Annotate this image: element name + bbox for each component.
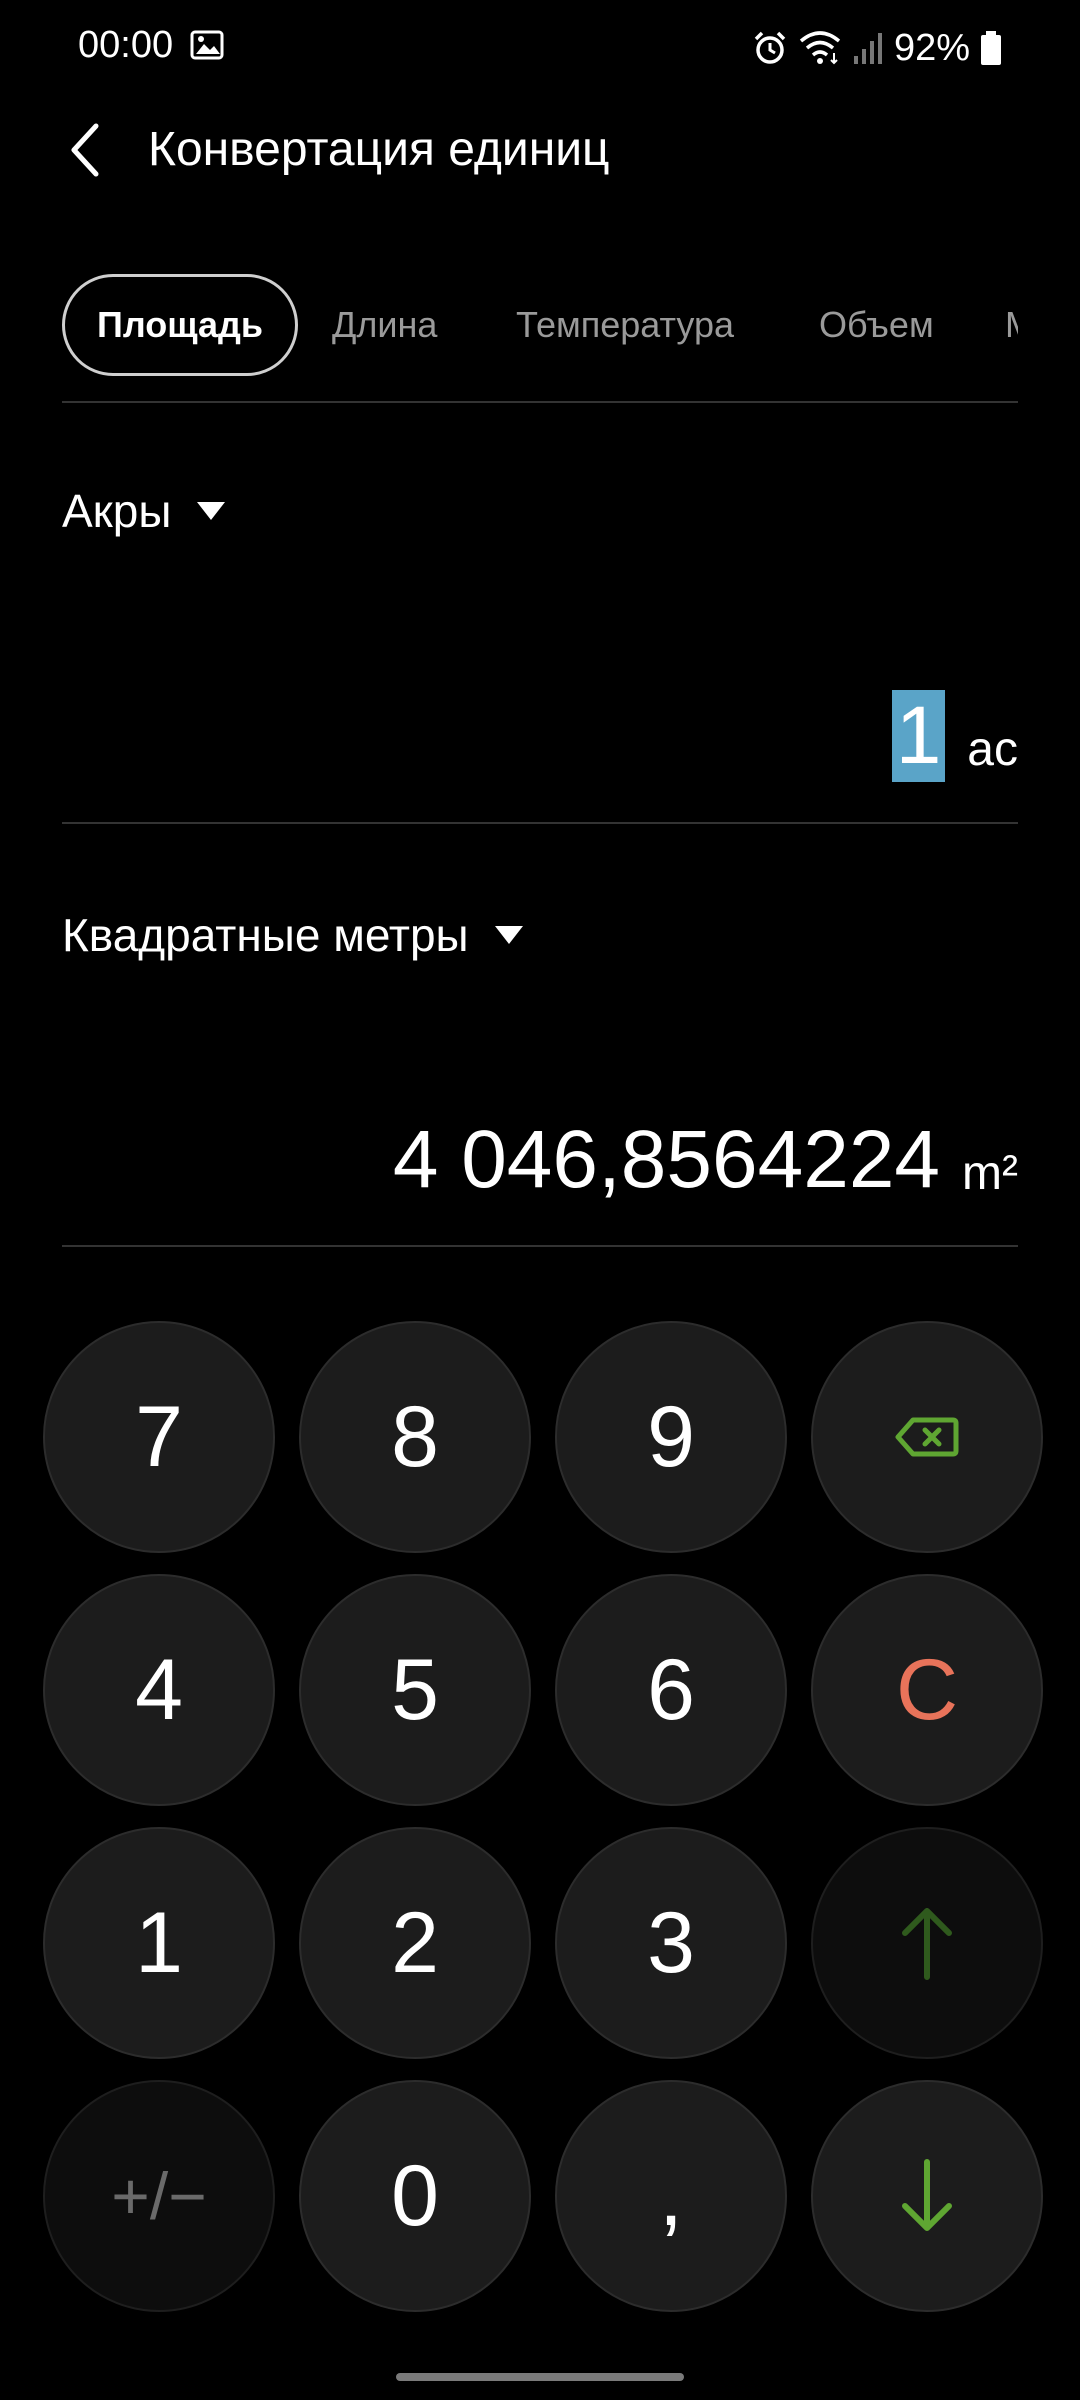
status-icons: 92% xyxy=(752,22,1002,74)
arrow-down-icon xyxy=(902,2159,952,2231)
battery-percent: 92% xyxy=(893,26,970,69)
tabs-divider xyxy=(62,401,1018,403)
from-unit-symbol: ac xyxy=(967,723,1018,776)
to-unit-name: Квадратные метры xyxy=(62,909,469,961)
key-9[interactable]: 9 xyxy=(555,1321,787,1553)
to-value-field[interactable]: 4 046,8564224 m² xyxy=(393,1114,1018,1206)
key-2[interactable]: 2 xyxy=(299,1827,531,2059)
key-3[interactable]: 3 xyxy=(555,1827,787,2059)
dropdown-arrow-icon xyxy=(197,502,226,520)
decimal-comma-button[interactable]: , xyxy=(555,2080,787,2312)
clear-button[interactable]: C xyxy=(811,1574,1043,1806)
tab-more[interactable]: М xyxy=(1005,274,1018,376)
from-value: 1 xyxy=(891,690,946,782)
tab-area[interactable]: Площадь xyxy=(62,274,298,376)
key-7[interactable]: 7 xyxy=(43,1321,275,1553)
from-value-field[interactable]: 1 ac xyxy=(891,690,1018,782)
to-divider xyxy=(62,1245,1018,1247)
arrow-up-icon xyxy=(902,1908,952,1980)
tab-volume[interactable]: Объем xyxy=(819,274,934,376)
key-8[interactable]: 8 xyxy=(299,1321,531,1553)
page-title: Конвертация единиц xyxy=(148,123,610,176)
home-indicator[interactable] xyxy=(396,2373,684,2381)
key-5[interactable]: 5 xyxy=(299,1574,531,1806)
chevron-left-icon xyxy=(71,123,99,177)
tab-length[interactable]: Длина xyxy=(332,274,437,376)
backspace-button[interactable] xyxy=(811,1321,1043,1553)
back-button[interactable] xyxy=(52,116,120,184)
from-unit-name: Акры xyxy=(62,485,172,537)
to-value: 4 046,8564224 xyxy=(392,1114,941,1205)
alarm-icon xyxy=(754,31,786,64)
key-0[interactable]: 0 xyxy=(299,2080,531,2312)
key-1[interactable]: 1 xyxy=(43,1827,275,2059)
key-6[interactable]: 6 xyxy=(555,1574,787,1806)
header: Конвертация единиц xyxy=(0,110,1080,190)
sign-toggle-button[interactable]: +/− xyxy=(43,2080,275,2312)
signal-icon xyxy=(853,33,882,64)
backspace-icon xyxy=(895,1417,959,1457)
key-4[interactable]: 4 xyxy=(43,1574,275,1806)
battery-icon xyxy=(981,31,1001,65)
move-down-button[interactable] xyxy=(811,2080,1043,2312)
status-bar: 00:00 92% xyxy=(0,0,1080,96)
from-divider xyxy=(62,822,1018,824)
dropdown-arrow-icon xyxy=(494,926,523,944)
from-unit-selector[interactable]: Акры xyxy=(62,484,226,538)
to-unit-selector[interactable]: Квадратные метры xyxy=(62,908,523,962)
to-unit-symbol: m² xyxy=(962,1147,1018,1200)
status-time: 00:00 xyxy=(78,24,174,66)
wifi-icon xyxy=(799,31,841,65)
tab-temperature[interactable]: Температура xyxy=(516,274,734,376)
move-up-button[interactable] xyxy=(811,1827,1043,2059)
category-tabs: Площадь Длина Температура Объем М xyxy=(62,274,1018,380)
gallery-icon xyxy=(190,30,224,60)
